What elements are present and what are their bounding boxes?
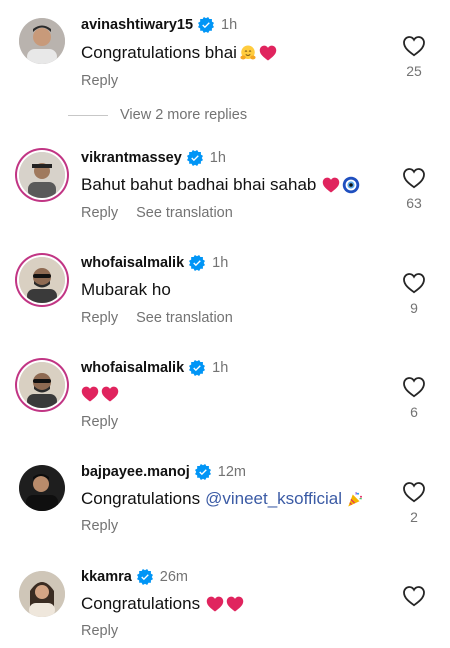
like-heart-icon[interactable] (402, 376, 426, 398)
comment-actions: Reply (81, 73, 118, 89)
verified-badge-icon (195, 464, 211, 480)
verified-badge-icon (187, 150, 203, 166)
red-heart-emoji-icon (226, 595, 244, 613)
reply-button[interactable]: Reply (81, 414, 118, 430)
comment-text-content: Mubarak ho (81, 280, 171, 299)
comment-text: Bahut bahut badhai bhai sahab (81, 175, 360, 195)
hugging-emoji-icon (239, 44, 257, 62)
timestamp: 26m (159, 569, 189, 585)
like-heart-icon[interactable] (402, 481, 426, 503)
verified-badge-icon (198, 17, 214, 33)
mention-link[interactable]: @vineet_ksofficial (205, 489, 342, 509)
comment-text-content: Congratulations (81, 594, 201, 613)
red-heart-emoji-icon (322, 176, 340, 194)
comment-actions: Reply (81, 414, 118, 430)
like-heart-icon[interactable] (402, 272, 426, 294)
comment-header: bajpayee.manoj 12m (81, 462, 246, 482)
comment-text (81, 385, 119, 403)
comment-text-content: Congratulations (81, 489, 201, 508)
timestamp: 1h (212, 255, 229, 271)
comment-text: Congratulations bhai (81, 43, 277, 63)
like-count: 25 (406, 63, 422, 79)
username[interactable]: bajpayee.manoj (81, 464, 190, 480)
like-count: 63 (406, 195, 422, 211)
comment-actions: Reply (81, 518, 118, 534)
avatar[interactable] (19, 257, 65, 303)
divider-line (68, 114, 108, 116)
like-count: 2 (410, 509, 418, 525)
timestamp: 1h (212, 360, 229, 376)
timestamp: 12m (217, 464, 247, 480)
party-popper-emoji-icon (346, 490, 364, 508)
avatar[interactable] (19, 18, 65, 64)
red-heart-emoji-icon (101, 385, 119, 403)
reply-button[interactable]: Reply (81, 623, 118, 639)
comment-actions: Reply See translation (81, 310, 233, 326)
reply-button[interactable]: Reply (81, 73, 118, 89)
comment-header: avinashtiwary15 1h (81, 15, 237, 35)
comment-text-content: Congratulations bhai (81, 43, 237, 62)
verified-badge-icon (189, 255, 205, 271)
comment-actions: Reply See translation (81, 205, 233, 221)
username[interactable]: whofaisalmalik (81, 255, 184, 271)
username[interactable]: avinashtiwary15 (81, 17, 193, 33)
verified-badge-icon (189, 360, 205, 376)
view-more-replies[interactable]: View 2 more replies (68, 107, 247, 123)
reply-button[interactable]: Reply (81, 205, 118, 221)
comment-actions: Reply (81, 623, 118, 639)
avatar[interactable] (19, 465, 65, 511)
avatar[interactable] (19, 362, 65, 408)
avatar[interactable] (19, 571, 65, 617)
comment-text: Congratulations @vineet_ksofficial (81, 489, 364, 509)
red-heart-emoji-icon (81, 385, 99, 403)
comment-text-content: Bahut bahut badhai bhai sahab (81, 175, 317, 194)
red-heart-emoji-icon (259, 44, 277, 62)
like-heart-icon[interactable] (402, 167, 426, 189)
comment-header: whofaisalmalik 1h (81, 358, 228, 378)
username[interactable]: whofaisalmalik (81, 360, 184, 376)
comment-header: whofaisalmalik 1h (81, 253, 228, 273)
reply-button[interactable]: Reply (81, 310, 118, 326)
nazar-amulet-emoji-icon (342, 176, 360, 194)
avatar[interactable] (19, 152, 65, 198)
view-more-replies-label[interactable]: View 2 more replies (120, 107, 247, 123)
see-translation-button[interactable]: See translation (136, 205, 233, 221)
like-heart-icon[interactable] (402, 585, 426, 607)
like-heart-icon[interactable] (402, 35, 426, 57)
timestamp: 1h (221, 17, 238, 33)
username[interactable]: kkamra (81, 569, 132, 585)
reply-button[interactable]: Reply (81, 518, 118, 534)
username[interactable]: vikrantmassey (81, 150, 182, 166)
red-heart-emoji-icon (206, 595, 224, 613)
comment-header: kkamra 26m (81, 567, 188, 587)
comment-text: Mubarak ho (81, 280, 171, 300)
timestamp: 1h (209, 150, 226, 166)
comment-header: vikrantmassey 1h (81, 148, 226, 168)
verified-badge-icon (137, 569, 153, 585)
like-count: 6 (410, 404, 418, 420)
like-count: 9 (410, 300, 418, 316)
comment-text: Congratulations (81, 594, 244, 614)
see-translation-button[interactable]: See translation (136, 310, 233, 326)
